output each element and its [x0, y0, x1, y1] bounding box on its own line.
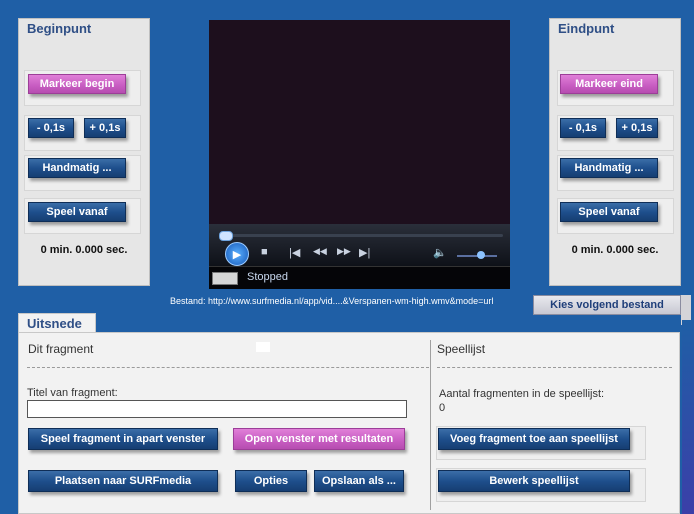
end-manual-button[interactable]: Handmatig ... [560, 158, 658, 178]
playlist-separator [437, 367, 672, 368]
fragment-heading: Dit fragment [28, 342, 94, 356]
end-plus-button[interactable]: + 0,1s [616, 118, 658, 138]
section-divider [430, 340, 431, 510]
begin-time-label: 0 min. 0.000 sec. [40, 244, 128, 256]
end-time-label: 0 min. 0.000 sec. [571, 244, 659, 256]
add-to-playlist-button[interactable]: Voeg fragment toe aan speellijst [438, 428, 630, 450]
player-controls: ▶ ■ |◀ ◀◀ ▶▶ ▶| 🔈 [209, 224, 510, 266]
seek-bar[interactable] [219, 231, 503, 241]
fragment-title-input[interactable] [27, 400, 407, 418]
options-button[interactable]: Opties [235, 470, 307, 492]
begin-manual-button[interactable]: Handmatig ... [28, 158, 126, 178]
end-minus-button[interactable]: - 0,1s [560, 118, 606, 138]
volume-icon[interactable]: 🔈 [433, 246, 447, 259]
edit-playlist-button[interactable]: Bewerk speellijst [438, 470, 630, 492]
end-panel-title: Eindpunt [558, 21, 615, 36]
next-file-button[interactable]: Kies volgend bestand [533, 295, 681, 315]
begin-plus-button[interactable]: + 0,1s [84, 118, 126, 138]
rewind-icon[interactable]: ◀◀ [313, 246, 327, 257]
play-fragment-separate-button[interactable]: Speel fragment in apart venster [28, 428, 218, 450]
player-mode-icon[interactable] [212, 272, 238, 285]
fragment-title-label: Titel van fragment: [27, 387, 118, 399]
post-to-surfmedia-button[interactable]: Plaatsen naar SURFmedia [28, 470, 218, 492]
begin-panel-title: Beginpunt [27, 21, 92, 36]
previous-icon[interactable]: |◀ [289, 246, 300, 259]
video-display[interactable] [209, 20, 510, 224]
begin-minus-button[interactable]: - 0,1s [28, 118, 74, 138]
playlist-count-value: 0 [439, 402, 446, 414]
fragment-indicator [256, 342, 270, 352]
save-as-button[interactable]: Opslaan als ... [314, 470, 404, 492]
right-edge-decoration [682, 320, 694, 514]
video-player[interactable]: ▶ ■ |◀ ◀◀ ▶▶ ▶| 🔈 Stopped [209, 20, 510, 289]
file-path-label: Bestand: http://www.surfmedia.nl/app/vid… [170, 296, 494, 306]
end-play-from-button[interactable]: Speel vanaf [560, 202, 658, 222]
mark-end-button[interactable]: Markeer eind [560, 74, 658, 94]
stop-icon[interactable]: ■ [261, 246, 268, 258]
playlist-heading: Speellijst [437, 342, 486, 356]
fast-forward-icon[interactable]: ▶▶ [337, 246, 351, 257]
seek-handle[interactable] [219, 231, 233, 241]
open-results-button[interactable]: Open venster met resultaten [233, 428, 405, 450]
playlist-count-label: Aantal fragmenten in de speellijst: [439, 388, 605, 400]
uitsnede-tab[interactable]: Uitsnede [18, 313, 96, 333]
next-icon[interactable]: ▶| [359, 246, 370, 259]
player-status-bar: Stopped [209, 266, 510, 289]
play-icon[interactable]: ▶ [225, 242, 249, 266]
mark-begin-button[interactable]: Markeer begin [28, 74, 126, 94]
volume-handle[interactable] [477, 251, 485, 259]
player-status-text: Stopped [247, 271, 288, 283]
begin-play-from-button[interactable]: Speel vanaf [28, 202, 126, 222]
fragment-separator [27, 367, 429, 368]
